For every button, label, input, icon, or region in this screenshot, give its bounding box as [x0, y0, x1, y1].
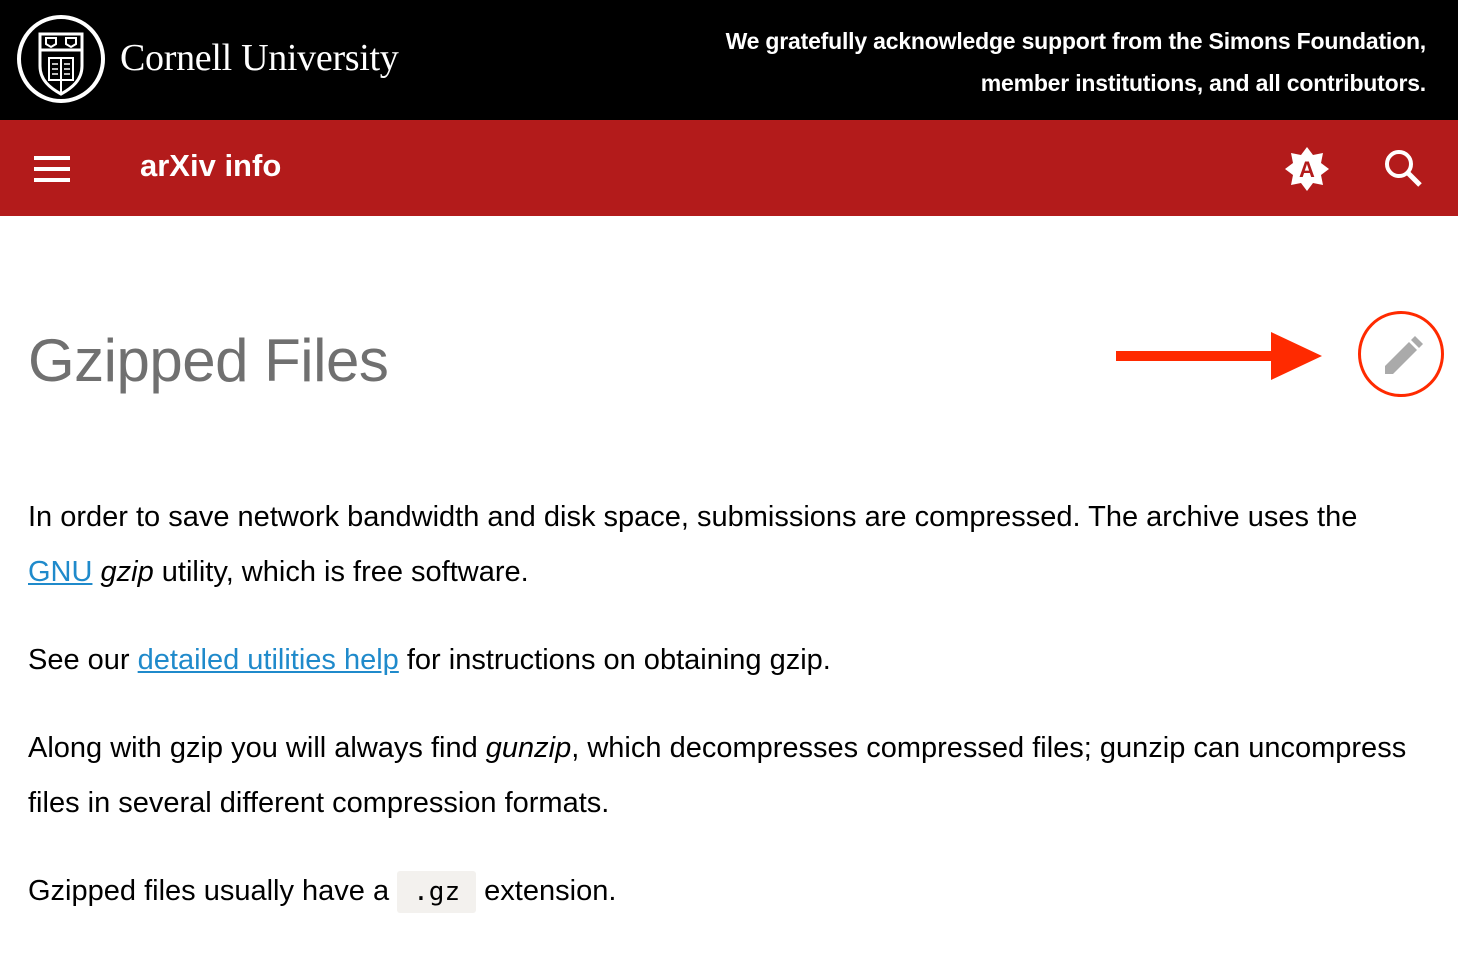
paragraph-gunzip: Along with gzip you will always find gun… — [28, 721, 1408, 831]
text: for instructions on obtaining gzip. — [398, 644, 831, 676]
annotation-arrow-icon — [1116, 332, 1322, 380]
gnu-link[interactable]: GNU — [28, 556, 92, 588]
gzip-emphasis: gzip — [100, 556, 154, 588]
article-content: In order to save network bandwidth and d… — [28, 490, 1408, 953]
hamburger-menu-button[interactable] — [34, 156, 70, 182]
pencil-icon — [1385, 336, 1423, 374]
paragraph-extension: Gzipped files usually have a .gz extensi… — [28, 864, 1408, 920]
search-icon — [1385, 150, 1422, 187]
gunzip-emphasis: gunzip — [485, 732, 572, 764]
accessibility-letter: A — [1299, 157, 1315, 182]
institution-name[interactable]: Cornell University — [120, 36, 399, 80]
top-banner: Cornell University We gratefully acknowl… — [0, 0, 1458, 120]
site-title-link[interactable]: arXiv info — [140, 148, 281, 184]
text — [92, 556, 100, 588]
text: Gzipped files usually have a — [28, 875, 398, 907]
text: extension. — [476, 875, 617, 907]
text: In order to save network bandwidth and d… — [28, 501, 1358, 533]
hamburger-menu-icon-bar — [34, 167, 70, 171]
paragraph-utilities-help: See our detailed utilities help for inst… — [28, 633, 1408, 688]
detailed-utilities-help-link[interactable]: detailed utilities help — [138, 644, 399, 676]
edit-page-button[interactable] — [1358, 311, 1444, 397]
paragraph-compression: In order to save network bandwidth and d… — [28, 490, 1408, 600]
text: Along with gzip you will always find — [28, 732, 486, 764]
gz-extension-code: .gz — [397, 871, 477, 913]
page-title: Gzipped Files — [28, 327, 389, 394]
auto-brightness-a-icon: A — [1285, 147, 1329, 191]
support-line-1: We gratefully acknowledge support from t… — [725, 28, 1427, 54]
search-button[interactable] — [1382, 147, 1426, 191]
hamburger-menu-icon — [34, 156, 70, 160]
color-theme-toggle-button[interactable]: A — [1283, 145, 1331, 193]
support-line-2: member institutions, and all contributor… — [980, 70, 1426, 96]
text: utility, which is free software. — [153, 556, 529, 588]
text: See our — [28, 644, 138, 676]
support-acknowledgement: We gratefully acknowledge support from t… — [725, 20, 1427, 104]
cornell-seal-logo[interactable] — [16, 14, 106, 104]
hamburger-menu-icon-bar — [34, 178, 70, 182]
